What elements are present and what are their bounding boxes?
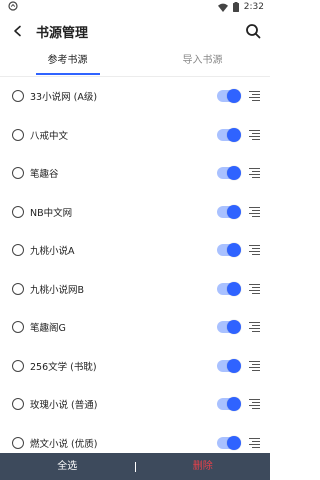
tab-reference-sources[interactable]: 参考书源 (0, 48, 135, 76)
drag-handle-icon[interactable] (249, 168, 260, 179)
enable-toggle[interactable] (217, 127, 241, 142)
enable-toggle[interactable] (217, 89, 241, 104)
tab-bar: 参考书源 导入书源 (0, 48, 270, 76)
enable-toggle[interactable] (217, 397, 241, 412)
toggle-knob (227, 358, 241, 373)
drag-handle-icon[interactable] (249, 437, 260, 448)
source-list: 33小说网 (A级) 八戒中文 笔趣谷 NB中文网 九桃小说A 九桃小说网B 笔… (0, 77, 270, 462)
source-row[interactable]: 256文学 (书耽) (0, 347, 270, 386)
page-title: 书源管理 (36, 25, 89, 41)
source-row[interactable]: 九桃小说网B (0, 270, 270, 309)
select-radio[interactable] (12, 398, 24, 411)
toggle-knob (227, 281, 241, 296)
source-row[interactable]: 玫瑰小说 (普通) (0, 385, 270, 424)
drag-handle-icon[interactable] (249, 322, 260, 333)
enable-toggle[interactable] (217, 243, 241, 258)
enable-toggle[interactable] (217, 166, 241, 181)
battery-icon (232, 2, 239, 12)
select-radio[interactable] (12, 90, 24, 103)
drag-handle-icon[interactable] (249, 399, 260, 410)
drag-handle-icon[interactable] (249, 91, 260, 102)
toggle-knob (227, 127, 241, 142)
enable-toggle[interactable] (217, 320, 241, 335)
search-icon[interactable] (242, 20, 264, 42)
drag-handle-icon[interactable] (249, 283, 260, 294)
select-radio[interactable] (12, 436, 24, 449)
drag-handle-icon[interactable] (249, 206, 260, 217)
select-radio[interactable] (12, 167, 24, 180)
select-radio[interactable] (12, 205, 24, 218)
enable-toggle[interactable] (217, 435, 241, 450)
drag-handle-icon[interactable] (249, 245, 260, 256)
enable-toggle[interactable] (217, 281, 241, 296)
toggle-knob (227, 204, 241, 219)
back-arrow-icon[interactable] (2, 14, 34, 48)
select-radio[interactable] (12, 244, 24, 257)
bottom-action-bar: 全选 删除 (0, 453, 270, 480)
select-radio[interactable] (12, 321, 24, 334)
source-row[interactable]: 笔趣阁G (0, 308, 270, 347)
enable-toggle[interactable] (217, 204, 241, 219)
source-row[interactable]: 33小说网 (A级) (0, 77, 270, 116)
tab-import-sources[interactable]: 导入书源 (135, 48, 270, 76)
source-row[interactable]: NB中文网 (0, 193, 270, 232)
select-radio[interactable] (12, 359, 24, 372)
select-radio[interactable] (12, 128, 24, 141)
select-radio[interactable] (12, 282, 24, 295)
source-row[interactable]: 笔趣谷 (0, 154, 270, 193)
drag-handle-icon[interactable] (249, 360, 260, 371)
drag-handle-icon[interactable] (249, 129, 260, 140)
delete-button[interactable]: 删除 (136, 453, 271, 480)
toggle-knob (227, 435, 241, 450)
source-row[interactable]: 八戒中文 (0, 116, 270, 155)
enable-toggle[interactable] (217, 358, 241, 373)
select-all-button[interactable]: 全选 (0, 453, 135, 480)
source-row[interactable]: 九桃小说A (0, 231, 270, 270)
app-notification-icon (8, 0, 18, 14)
status-bar: 2:32 (0, 0, 270, 14)
clock: 2:32 (243, 2, 264, 12)
wifi-icon (217, 3, 228, 12)
active-tab-indicator (36, 73, 100, 75)
app-bar: 书源管理 (0, 14, 270, 48)
